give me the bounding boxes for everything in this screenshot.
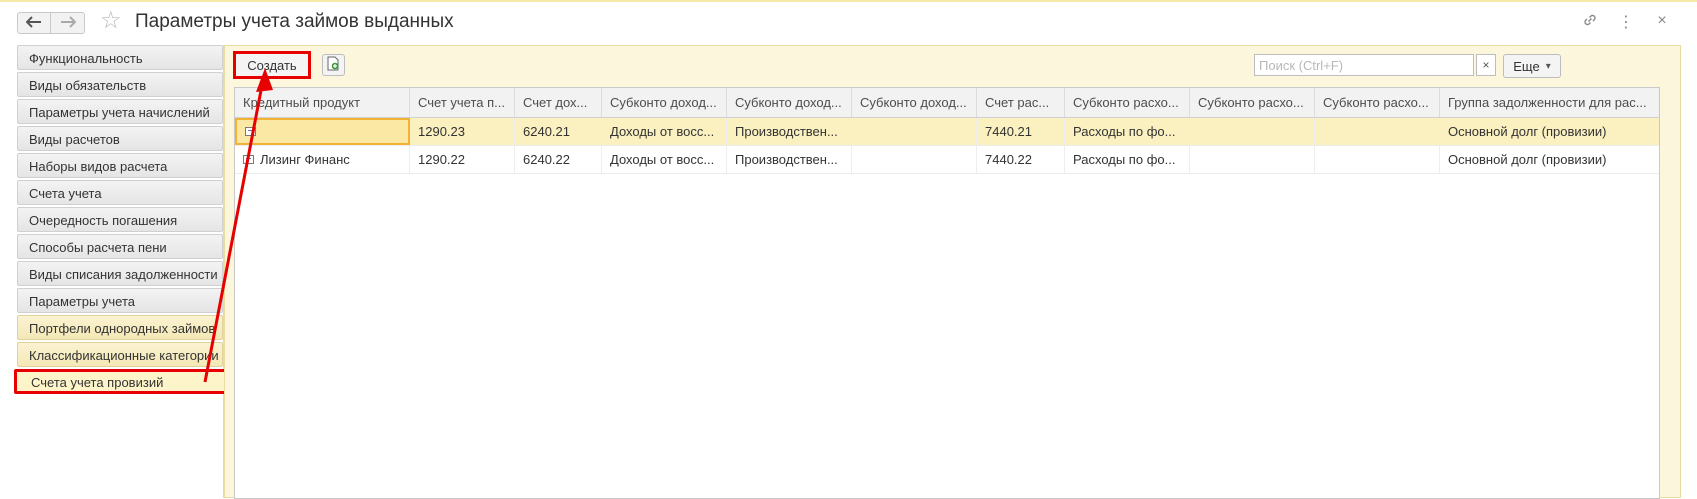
window-actions: ⋮ × <box>1579 12 1673 33</box>
sidebar-item-accounts[interactable]: Счета учета <box>17 180 223 205</box>
table-cell[interactable]: 7440.21 <box>977 118 1065 145</box>
header-accent-line <box>0 0 1697 2</box>
provision-accounts-table: Кредитный продукт Счет учета п... Счет д… <box>234 87 1660 499</box>
column-header[interactable]: Счет учета п... <box>410 88 515 117</box>
table-cell[interactable]: Лизинг Финанс <box>235 146 410 173</box>
link-icon[interactable] <box>1579 12 1601 33</box>
more-label: Еще <box>1513 58 1540 74</box>
table-cell[interactable]: 6240.21 <box>515 118 602 145</box>
sidebar-item-penalty-methods[interactable]: Способы расчета пени <box>17 234 223 259</box>
forward-button[interactable] <box>51 12 85 34</box>
more-button[interactable]: Еще ▾ <box>1503 54 1561 78</box>
table-cell[interactable]: 7440.22 <box>977 146 1065 173</box>
table-cell[interactable] <box>852 118 977 145</box>
column-header[interactable]: Счет дох... <box>515 88 602 117</box>
document-add-icon <box>327 56 340 74</box>
back-button[interactable] <box>17 12 51 34</box>
sidebar-item-functionality[interactable]: Функциональность <box>17 45 223 70</box>
sidebar-item-classification-categories[interactable]: Классификационные категории <box>17 342 223 367</box>
table-cell[interactable] <box>235 118 410 145</box>
column-header[interactable]: Субконто доход... <box>852 88 977 117</box>
column-header[interactable]: Группа задолженности для рас... <box>1440 88 1659 117</box>
table-cell[interactable]: Расходы по фо... <box>1065 118 1190 145</box>
page-title: Параметры учета займов выданных <box>135 11 454 32</box>
table-cell[interactable]: Доходы от восс... <box>602 118 727 145</box>
catalog-item-icon <box>243 155 254 164</box>
arrow-right-icon <box>60 15 76 31</box>
table-cell[interactable]: Основной долг (провизии) <box>1440 146 1659 173</box>
sidebar-item-loan-portfolios[interactable]: Портфели однородных займов <box>17 315 223 340</box>
create-button[interactable]: Создать <box>233 51 311 79</box>
column-header[interactable]: Счет рас... <box>977 88 1065 117</box>
star-icon[interactable]: ☆ <box>100 9 122 33</box>
search-input[interactable] <box>1254 54 1474 76</box>
table-cell[interactable]: 6240.22 <box>515 146 602 173</box>
main-panel: Создать × Еще ▾ Кредитный продукт Счет у… <box>224 45 1681 499</box>
copy-button[interactable] <box>322 54 345 76</box>
column-header[interactable]: Субконто доход... <box>602 88 727 117</box>
arrow-left-icon <box>25 15 42 31</box>
table-header: Кредитный продукт Счет учета п... Счет д… <box>235 88 1659 118</box>
table-cell[interactable]: Основной долг (провизии) <box>1440 118 1659 145</box>
sidebar: Функциональность Виды обязательств Парам… <box>14 45 230 498</box>
cell-text: Лизинг Финанс <box>260 152 350 167</box>
column-header[interactable]: Субконто доход... <box>727 88 852 117</box>
table-cell[interactable] <box>1190 118 1315 145</box>
sidebar-item-accounting-params[interactable]: Параметры учета <box>17 288 223 313</box>
table-cell[interactable]: Производствен... <box>727 118 852 145</box>
more-vert-icon[interactable]: ⋮ <box>1615 12 1637 33</box>
sidebar-item-obligation-types[interactable]: Виды обязательств <box>17 72 223 97</box>
window-header: ☆ Параметры учета займов выданных ⋮ × <box>0 0 1697 46</box>
column-header[interactable]: Субконто расхо... <box>1315 88 1440 117</box>
chevron-down-icon: ▾ <box>1545 60 1551 72</box>
table-cell[interactable]: Расходы по фо... <box>1065 146 1190 173</box>
table-cell[interactable]: Производствен... <box>727 146 852 173</box>
table-cell[interactable] <box>1190 146 1315 173</box>
table-cell[interactable]: 1290.22 <box>410 146 515 173</box>
table-row[interactable]: 1290.23 6240.21 Доходы от восс... Произв… <box>235 118 1659 146</box>
sidebar-item-debt-writeoff[interactable]: Виды списания задолженности <box>17 261 223 286</box>
column-header[interactable]: Субконто расхо... <box>1190 88 1315 117</box>
column-header[interactable]: Субконто расхо... <box>1065 88 1190 117</box>
catalog-item-icon <box>245 127 256 136</box>
table-cell[interactable] <box>1315 118 1440 145</box>
sidebar-item-calculation-types[interactable]: Виды расчетов <box>17 126 223 151</box>
table-cell[interactable] <box>852 146 977 173</box>
table-cell[interactable]: 1290.23 <box>410 118 515 145</box>
sidebar-item-accrual-params[interactable]: Параметры учета начислений <box>17 99 223 124</box>
sidebar-item-calculation-sets[interactable]: Наборы видов расчета <box>17 153 223 178</box>
column-header[interactable]: Кредитный продукт <box>235 88 410 117</box>
sidebar-item-provision-accounts[interactable]: Счета учета провизий <box>14 369 230 394</box>
table-cell[interactable]: Доходы от восс... <box>602 146 727 173</box>
sidebar-item-repayment-order[interactable]: Очередность погашения <box>17 207 223 232</box>
close-icon[interactable]: × <box>1651 12 1673 33</box>
table-cell[interactable] <box>1315 146 1440 173</box>
table-row[interactable]: Лизинг Финанс 1290.22 6240.22 Доходы от … <box>235 146 1659 174</box>
search-clear-button[interactable]: × <box>1476 54 1496 76</box>
